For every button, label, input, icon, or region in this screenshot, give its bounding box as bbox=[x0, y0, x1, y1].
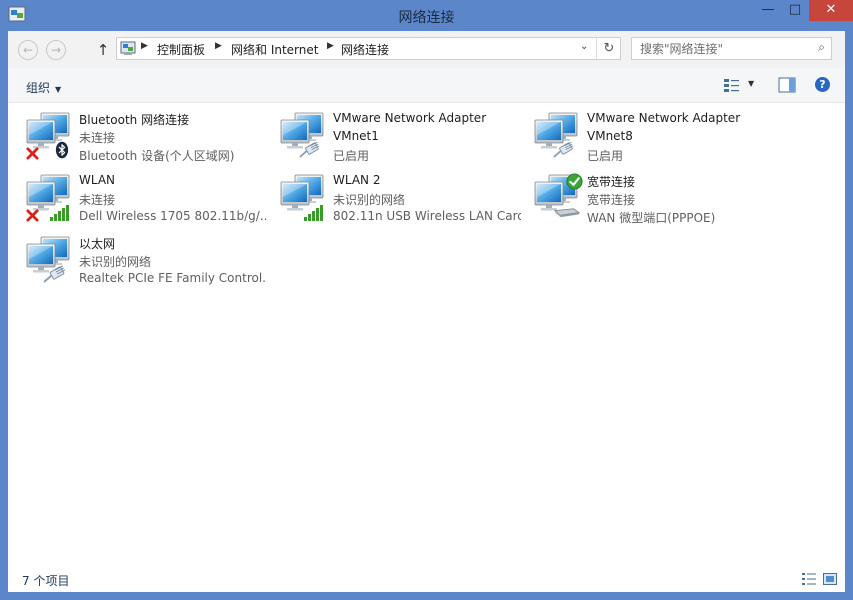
breadcrumb-control-panel[interactable]: 控制面板 bbox=[157, 41, 205, 58]
chevron-down-icon: ▼ bbox=[55, 85, 62, 94]
breadcrumb-separator[interactable]: ▶ bbox=[215, 41, 222, 51]
network-adapter-icon bbox=[533, 173, 583, 218]
connection-vmnet1[interactable]: VMware Network Adapter VMnet1 已启用 bbox=[262, 103, 512, 163]
connection-name-line2: VMnet1 bbox=[333, 129, 379, 143]
window-frame: 网络连接 — □ ✕ ← → ↑ ▶ 控制面板 ▶ 网络和 Internet ▶ bbox=[0, 0, 853, 600]
preview-pane-icon[interactable] bbox=[778, 77, 796, 93]
breadcrumb-separator[interactable]: ▶ bbox=[327, 41, 334, 51]
minimize-button[interactable]: — bbox=[755, 0, 781, 21]
details-view-icon[interactable] bbox=[802, 573, 816, 585]
command-bar: 组织 ▼ ▼ ? bbox=[8, 68, 845, 103]
connection-device: WAN 微型端口(PPPOE) bbox=[587, 211, 716, 225]
connection-broadband[interactable]: 宽带连接 宽带连接 WAN 微型端口(PPPOE) bbox=[516, 165, 766, 225]
forward-button[interactable]: → bbox=[46, 40, 66, 60]
connection-status: 未识别的网络 bbox=[79, 255, 152, 269]
connection-name: 宽带连接 bbox=[587, 175, 636, 189]
connection-name: 以太网 bbox=[79, 237, 116, 251]
refresh-button[interactable]: ↻ bbox=[596, 38, 621, 59]
network-adapter-icon bbox=[279, 111, 331, 158]
connections-list: Bluetooth 网络连接 未连接 Bluetooth 设备(个人区域网) V… bbox=[8, 103, 845, 567]
maximize-button[interactable]: □ bbox=[782, 0, 808, 21]
address-bar[interactable]: ▶ 控制面板 ▶ 网络和 Internet ▶ 网络连接 ⌄ ↻ bbox=[116, 37, 621, 60]
network-adapter-icon bbox=[279, 173, 331, 221]
connection-status: 未识别的网络 bbox=[333, 193, 406, 207]
connection-name-line2: VMnet8 bbox=[587, 129, 633, 143]
connection-ethernet[interactable]: 以太网 未识别的网络 Realtek PCIe FE Family Contro… bbox=[8, 227, 267, 285]
connection-wlan[interactable]: WLAN 未连接 Dell Wireless 1705 802.11b/g/..… bbox=[8, 165, 267, 223]
connection-status: 已启用 bbox=[333, 149, 370, 163]
up-button[interactable]: ↑ bbox=[96, 40, 110, 60]
navigation-bar: ← → ↑ ▶ 控制面板 ▶ 网络和 Internet ▶ 网络连接 ⌄ ↻ 搜… bbox=[8, 31, 845, 68]
breadcrumb-network-connections[interactable]: 网络连接 bbox=[341, 41, 389, 58]
status-bar: 7 个项目 bbox=[8, 567, 845, 592]
organize-label: 组织 bbox=[26, 81, 51, 95]
title-bar[interactable]: 网络连接 — □ ✕ bbox=[0, 0, 853, 31]
organize-menu[interactable]: 组织 ▼ bbox=[26, 79, 61, 96]
connection-device: 802.11n USB Wireless LAN Card bbox=[333, 209, 521, 223]
search-icon[interactable]: ⌕ bbox=[818, 40, 825, 55]
connection-name: WLAN 2 bbox=[333, 173, 381, 187]
breadcrumb-network-internet[interactable]: 网络和 Internet bbox=[231, 41, 318, 58]
connection-wlan-2[interactable]: WLAN 2 未识别的网络 802.11n USB Wireless LAN C… bbox=[262, 165, 521, 223]
connection-status: 已启用 bbox=[587, 149, 624, 163]
connection-device: Dell Wireless 1705 802.11b/g/... bbox=[79, 209, 267, 223]
network-adapter-icon bbox=[25, 235, 77, 283]
window-title: 网络连接 bbox=[398, 10, 455, 26]
change-view-icon[interactable] bbox=[723, 77, 741, 93]
explorer-client-area: ← → ↑ ▶ 控制面板 ▶ 网络和 Internet ▶ 网络连接 ⌄ ↻ 搜… bbox=[8, 31, 845, 592]
search-box[interactable]: ⌕ bbox=[631, 37, 832, 60]
connection-bluetooth[interactable]: Bluetooth 网络连接 未连接 Bluetooth 设备(个人区域网) bbox=[8, 103, 258, 163]
address-dropdown-icon[interactable]: ⌄ bbox=[580, 41, 588, 52]
close-button[interactable]: ✕ bbox=[809, 0, 853, 21]
connection-status: 未连接 bbox=[79, 193, 116, 207]
back-button[interactable]: ← bbox=[18, 40, 38, 60]
large-icons-view-icon[interactable] bbox=[823, 573, 837, 585]
item-count: 7 个项目 bbox=[22, 574, 70, 588]
connection-status: 宽带连接 bbox=[587, 193, 636, 207]
connection-name: WLAN bbox=[79, 173, 116, 187]
connection-device: Realtek PCIe FE Family Control... bbox=[79, 271, 267, 285]
control-panel-icon bbox=[120, 41, 136, 55]
connection-vmnet8[interactable]: VMware Network Adapter VMnet8 已启用 bbox=[516, 103, 766, 163]
connection-name: Bluetooth 网络连接 bbox=[79, 113, 190, 127]
connection-name: VMware Network Adapter bbox=[333, 111, 487, 125]
connection-name: VMware Network Adapter bbox=[587, 111, 741, 125]
connection-device: Bluetooth 设备(个人区域网) bbox=[79, 149, 235, 163]
view-options-dropdown-icon[interactable]: ▼ bbox=[748, 79, 754, 88]
help-icon[interactable]: ? bbox=[815, 77, 830, 92]
network-adapter-icon bbox=[26, 173, 77, 222]
search-input[interactable] bbox=[632, 38, 815, 59]
network-adapter-icon bbox=[26, 111, 77, 160]
network-adapter-icon bbox=[533, 111, 585, 158]
connection-status: 未连接 bbox=[79, 131, 116, 145]
breadcrumb-separator[interactable]: ▶ bbox=[141, 41, 148, 51]
